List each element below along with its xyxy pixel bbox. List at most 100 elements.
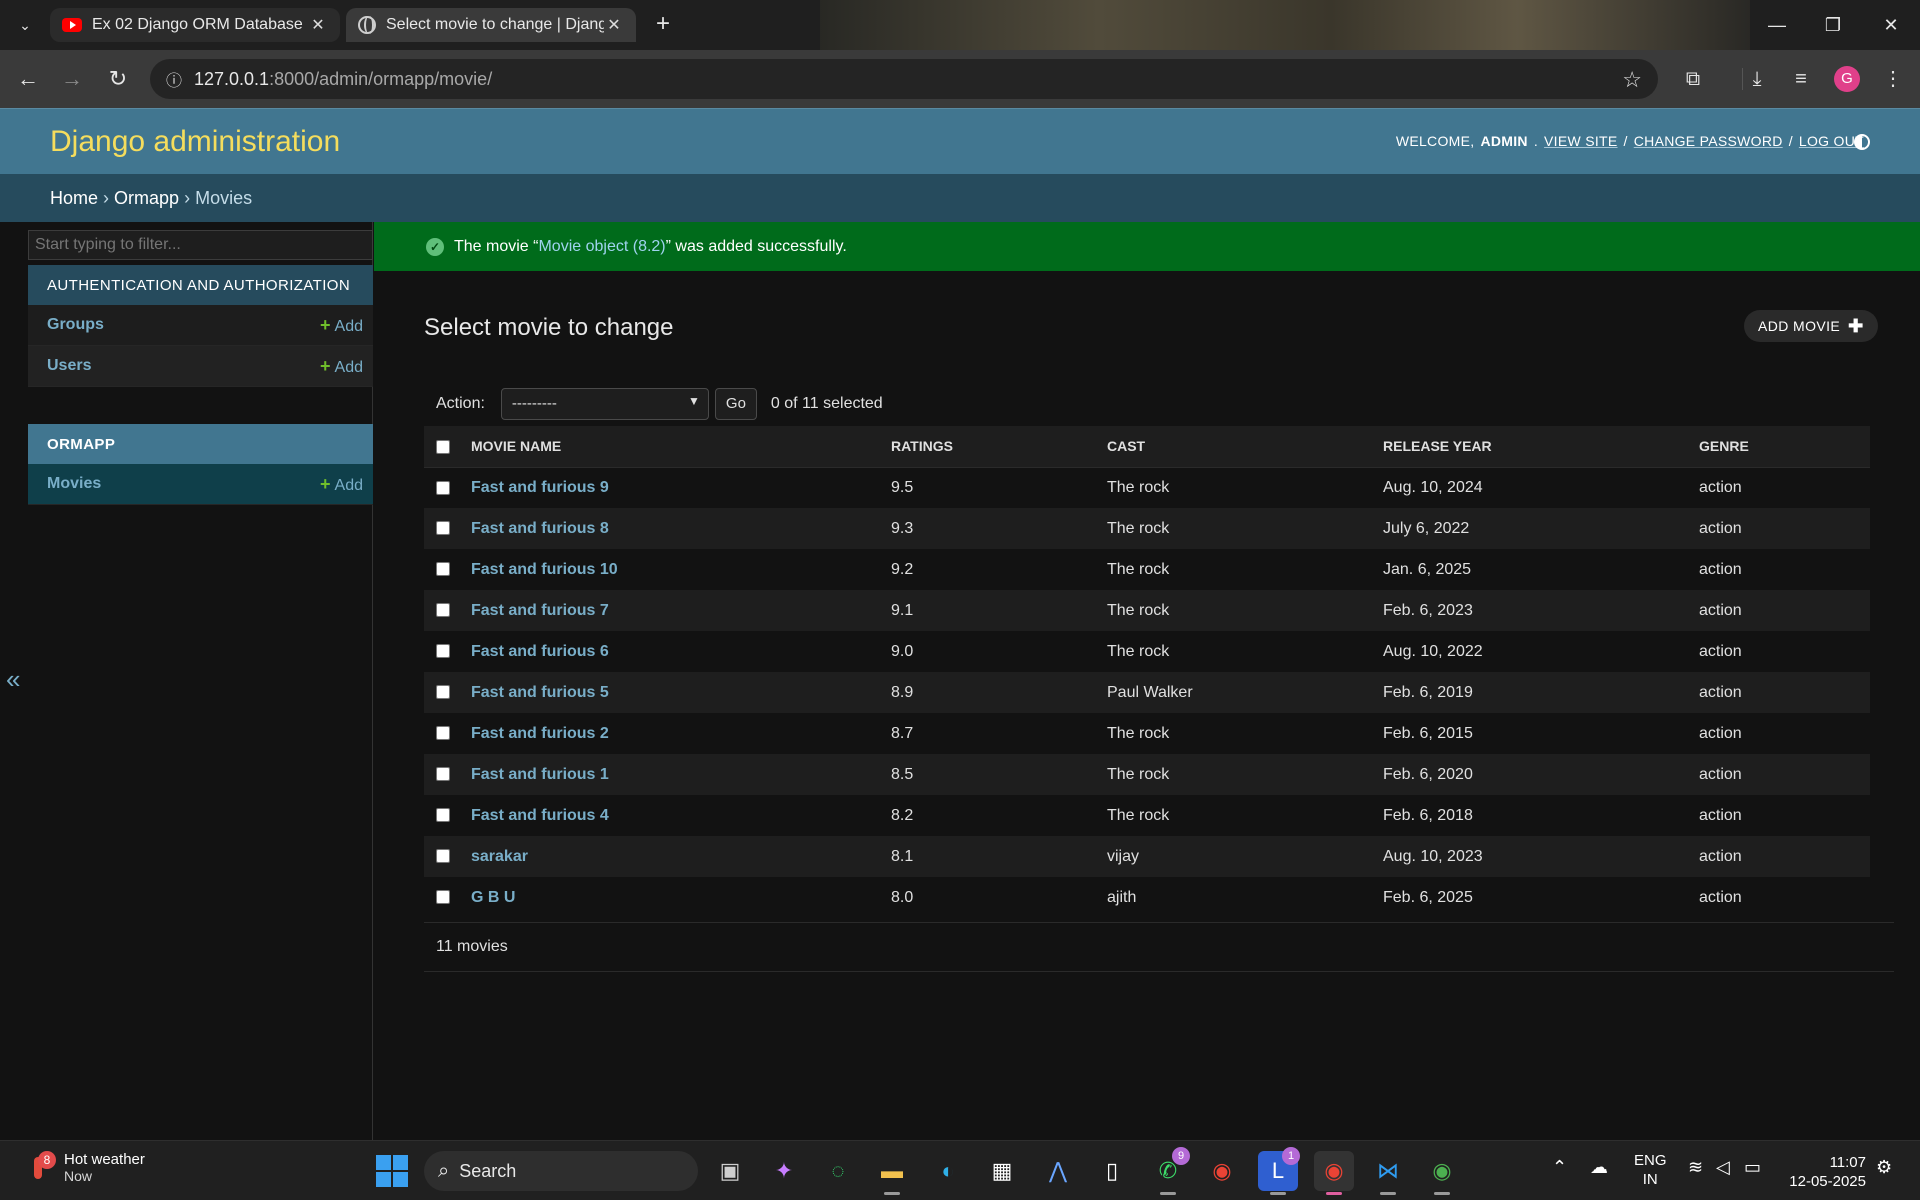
arc-app-icon[interactable]: ⋀ xyxy=(1038,1151,1078,1191)
column-header-release-year[interactable]: RELEASE YEAR xyxy=(1378,426,1694,468)
clock-date: 12-05-2025 xyxy=(1789,1173,1866,1190)
theme-toggle-icon[interactable] xyxy=(1854,134,1870,150)
select-all-checkbox[interactable] xyxy=(436,440,450,455)
site-branding[interactable]: Django administration xyxy=(50,125,340,159)
action-select[interactable]: --------- ▼ xyxy=(500,388,709,420)
notification-bell-icon[interactable]: ⚙ xyxy=(1876,1157,1892,1178)
row-select-checkbox[interactable] xyxy=(436,685,450,700)
downloads-icon[interactable]: ⤓ xyxy=(1742,64,1772,94)
add-movie-sidebar-link[interactable]: + Add xyxy=(320,474,363,495)
breadcrumb-ormapp[interactable]: Ormapp xyxy=(114,188,179,208)
taskbar-clock[interactable]: 11:07 12-05-2025 xyxy=(1789,1153,1866,1191)
movie-name-link[interactable]: Fast and furious 10 xyxy=(471,561,618,578)
restore-window-icon[interactable]: ❐ xyxy=(1818,12,1848,38)
battery-icon[interactable]: ▭ xyxy=(1744,1157,1761,1178)
vscode-icon[interactable]: ⋈ xyxy=(1368,1151,1408,1195)
onedrive-cloud-icon[interactable]: ☁ xyxy=(1590,1157,1608,1178)
close-window-icon[interactable]: ✕ xyxy=(1876,12,1906,38)
movie-name-link[interactable]: Fast and furious 5 xyxy=(471,684,609,701)
genre-cell: action xyxy=(1694,754,1870,795)
extensions-puzzle-icon[interactable]: ⧉ xyxy=(1678,64,1708,94)
breadcrumb-home[interactable]: Home xyxy=(50,188,98,208)
rating-cell: 9.2 xyxy=(886,549,1102,590)
language-indicator[interactable]: ENG IN xyxy=(1634,1151,1667,1189)
progress-ring-app-icon[interactable]: ◌ xyxy=(818,1151,858,1191)
row-select-checkbox[interactable] xyxy=(436,890,450,905)
bookmark-star-icon[interactable]: ☆ xyxy=(1622,67,1642,93)
volume-muted-icon[interactable]: ◁ xyxy=(1716,1157,1730,1178)
copilot-icon[interactable]: ✦ xyxy=(764,1151,804,1191)
column-header-genre[interactable]: GENRE xyxy=(1694,426,1870,468)
tab-search-chevron-icon[interactable]: ⌄ xyxy=(14,14,36,36)
users-link[interactable]: Users xyxy=(47,357,91,375)
minimize-window-icon[interactable]: — xyxy=(1762,12,1792,38)
module-caption-auth[interactable]: AUTHENTICATION AND AUTHORIZATION xyxy=(28,265,373,305)
movie-name-link[interactable]: sarakar xyxy=(471,848,528,865)
movie-name-link[interactable]: Fast and furious 1 xyxy=(471,766,609,783)
sidebar-filter-input[interactable] xyxy=(28,230,373,260)
reload-icon[interactable]: ↻ xyxy=(104,65,132,93)
go-button[interactable]: Go xyxy=(714,388,757,420)
back-arrow-icon[interactable]: ← xyxy=(14,65,42,93)
column-header-cast[interactable]: CAST xyxy=(1102,426,1378,468)
movie-name-link[interactable]: Fast and furious 4 xyxy=(471,807,609,824)
added-object-link[interactable]: Movie object (8.2) xyxy=(538,238,665,255)
microsoft-store-icon[interactable]: ▦ xyxy=(982,1151,1022,1191)
taskbar-search[interactable]: ⌕ Search xyxy=(424,1151,698,1191)
notepad-icon[interactable]: ▯ xyxy=(1092,1151,1132,1191)
row-select-checkbox[interactable] xyxy=(436,726,450,741)
media-control-icon[interactable]: ≡ xyxy=(1786,64,1816,94)
chrome-profile-green-icon[interactable]: ◉ xyxy=(1422,1151,1462,1195)
row-select-checkbox[interactable] xyxy=(436,767,450,782)
browser-tab-django-admin[interactable]: Select movie to change | Django ✕ xyxy=(346,8,636,42)
wifi-icon[interactable]: ≋ xyxy=(1688,1157,1703,1178)
show-hidden-icons-chevron-icon[interactable]: ⌃ xyxy=(1552,1157,1567,1178)
row-select-checkbox[interactable] xyxy=(436,808,450,823)
profile-avatar[interactable]: G xyxy=(1834,66,1860,92)
l-app-icon[interactable]: L1 xyxy=(1258,1147,1300,1195)
browser-tab-youtube[interactable]: Ex 02 Django ORM Database Cr ✕ xyxy=(50,8,340,42)
column-header-movie-name[interactable]: MOVIE NAME xyxy=(466,426,886,468)
sidebar-collapse-toggle[interactable]: « xyxy=(0,222,28,1140)
add-movie-button[interactable]: ADD MOVIE ✚ xyxy=(1744,310,1878,342)
weather-widget[interactable]: 8 Hot weather Now xyxy=(26,1150,145,1184)
movie-name-link[interactable]: Fast and furious 7 xyxy=(471,602,609,619)
release-year-cell: July 6, 2022 xyxy=(1378,508,1694,549)
sidebar-item-groups: Groups + Add xyxy=(28,305,373,346)
row-select-checkbox[interactable] xyxy=(436,521,450,536)
file-explorer-icon[interactable]: ▬ xyxy=(872,1151,912,1195)
chrome-profile-active-icon[interactable]: ◉ xyxy=(1314,1151,1354,1195)
movie-name-link[interactable]: Fast and furious 2 xyxy=(471,725,609,742)
row-select-checkbox[interactable] xyxy=(436,480,450,495)
url-text[interactable]: 127.0.0.1:8000/admin/ormapp/movie/ xyxy=(194,69,492,90)
change-password-link[interactable]: CHANGE PASSWORD xyxy=(1634,133,1783,149)
browser-menu-icon[interactable]: ⋮ xyxy=(1878,64,1908,94)
row-select-checkbox[interactable] xyxy=(436,603,450,618)
column-header-ratings[interactable]: RATINGS xyxy=(886,426,1102,468)
address-bar[interactable]: ⓘ 127.0.0.1:8000/admin/ormapp/movie/ ☆ xyxy=(150,59,1658,99)
groups-link[interactable]: Groups xyxy=(47,316,104,334)
forward-arrow-icon[interactable]: → xyxy=(58,65,86,93)
close-tab-icon[interactable]: ✕ xyxy=(604,15,624,35)
genre-cell: action xyxy=(1694,877,1870,918)
movie-name-link[interactable]: Fast and furious 9 xyxy=(471,479,609,496)
site-info-icon[interactable]: ⓘ xyxy=(154,67,194,91)
edge-browser-icon[interactable]: ◐ xyxy=(928,1151,968,1191)
add-group-link[interactable]: + Add xyxy=(320,315,363,336)
whatsapp-icon[interactable]: ✆ 9 xyxy=(1148,1147,1190,1195)
movie-name-link[interactable]: Fast and furious 8 xyxy=(471,520,609,537)
windows-start-icon[interactable] xyxy=(376,1155,408,1187)
row-select-checkbox[interactable] xyxy=(436,849,450,864)
row-select-checkbox[interactable] xyxy=(436,644,450,659)
add-user-link[interactable]: + Add xyxy=(320,356,363,377)
new-tab-plus-icon[interactable]: + xyxy=(650,12,676,38)
view-site-link[interactable]: VIEW SITE xyxy=(1544,133,1618,149)
task-view-icon[interactable]: ▣ xyxy=(710,1151,750,1191)
close-tab-icon[interactable]: ✕ xyxy=(308,15,328,35)
movie-name-link[interactable]: G B U xyxy=(471,889,515,906)
chrome-icon[interactable]: ◉ xyxy=(1202,1151,1242,1191)
movie-name-link[interactable]: Fast and furious 6 xyxy=(471,643,609,660)
module-caption-ormapp[interactable]: ORMAPP xyxy=(28,424,373,464)
movies-link[interactable]: Movies xyxy=(47,475,101,493)
row-select-checkbox[interactable] xyxy=(436,562,450,577)
